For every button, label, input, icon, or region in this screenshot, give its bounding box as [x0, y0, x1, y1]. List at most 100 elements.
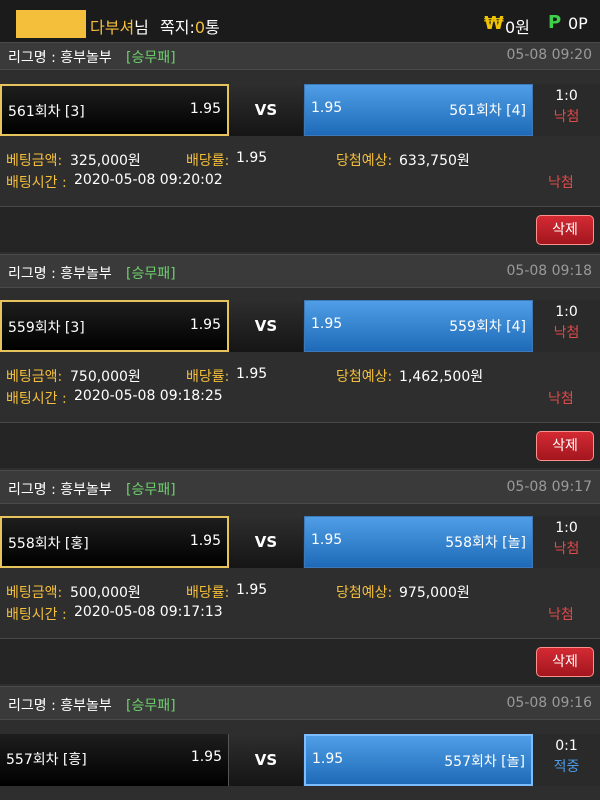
message-label: 쪽지: [160, 18, 195, 37]
home-pick-selected[interactable]: 561회차 [3] 1.95 [0, 84, 229, 136]
user-greeting: 다부셔님 [90, 14, 149, 38]
money-balance: 0원 [505, 18, 530, 37]
expected-win: 633,750원 [399, 153, 470, 169]
match-result: 낙첨 [553, 325, 580, 341]
delete-row: 삭제 [0, 422, 600, 468]
match-row: 557회차 [흥] 1.95 VS 1.95 557회차 [놀] 0:1 적중 [0, 734, 600, 786]
league-row: 리그명 : 흥부놀부 [승무패] 05-08 09:20 [0, 42, 600, 70]
expected-label: 당첨예상: [336, 153, 393, 169]
bet-amount-label: 베팅금액: [6, 585, 63, 601]
home-odds: 1.95 [189, 317, 221, 333]
match-result: 낙첨 [553, 109, 580, 125]
bet-type: [승무패] [126, 482, 176, 498]
delete-button[interactable]: 삭제 [536, 431, 594, 461]
match-result: 적중 [553, 759, 580, 775]
point-icon: P [548, 12, 562, 33]
odds-rate-label: 배당률: [186, 585, 230, 601]
score: 1:0 [555, 520, 578, 536]
odds-rate: 1.95 [236, 582, 268, 598]
away-odds: 1.95 [311, 316, 343, 332]
league-name: 리그명 : 흥부놀부 [8, 698, 112, 714]
final-result: 낙첨 [548, 175, 574, 191]
home-pick[interactable]: 557회차 [흥] 1.95 [0, 734, 229, 786]
bet-time-label: 배팅시간 : [6, 175, 67, 191]
bet-card: 리그명 : 흥부놀부 [승무패] 05-08 09:16 557회차 [흥] 1… [0, 686, 600, 800]
won-icon: ₩ [484, 13, 504, 34]
match-row: 558회차 [홍] 1.95 VS 1.95 558회차 [놀] 1:0 낙첨 [0, 516, 600, 568]
away-pick[interactable]: 1.95 559회차 [4] [304, 300, 533, 352]
home-pick-selected[interactable]: 558회차 [홍] 1.95 [0, 516, 229, 568]
expected-label: 당첨예상: [336, 585, 393, 601]
home-team: 557회차 [흥] [6, 752, 87, 768]
home-pick-selected[interactable]: 559회차 [3] 1.95 [0, 300, 229, 352]
score-box: 1:0 낙첨 [533, 84, 600, 136]
home-odds: 1.95 [189, 101, 221, 117]
league-row: 리그명 : 흥부놀부 [승무패] 05-08 09:17 [0, 470, 600, 504]
bet-type: [승무패] [126, 698, 176, 714]
delete-row: 삭제 [0, 638, 600, 684]
vs-label: VS [229, 734, 303, 786]
bet-type: [승무패] [126, 266, 176, 282]
score: 1:0 [555, 304, 578, 320]
odds-rate: 1.95 [236, 366, 268, 382]
bet-time: 2020-05-08 09:17:13 [74, 604, 223, 620]
vs-label: VS [229, 84, 303, 136]
honorific: 님 [134, 18, 149, 37]
match-row: 561회차 [3] 1.95 VS 1.95 561회차 [4] 1:0 낙첨 [0, 84, 600, 136]
away-pick[interactable]: 1.95 561회차 [4] [304, 84, 533, 136]
top-bar: 다부셔님 쪽지:0통 ₩ 0원 P 0P [0, 0, 600, 48]
bet-time: 2020-05-08 09:18:25 [74, 388, 223, 404]
odds-rate: 1.95 [236, 150, 268, 166]
home-odds: 1.95 [189, 533, 221, 549]
message-link[interactable]: 쪽지:0통 [160, 14, 220, 38]
league-name: 리그명 : 흥부놀부 [8, 50, 112, 66]
bet-amount: 750,000원 [70, 369, 141, 385]
expected-win: 1,462,500원 [399, 369, 484, 385]
bet-amount: 325,000원 [70, 153, 141, 169]
home-team: 559회차 [3] [8, 320, 85, 336]
score-box: 1:0 낙첨 [533, 300, 600, 352]
league-row: 리그명 : 흥부놀부 [승무패] 05-08 09:18 [0, 254, 600, 288]
away-odds: 1.95 [311, 532, 343, 548]
match-time: 05-08 09:16 [506, 695, 592, 711]
final-result: 낙첨 [548, 607, 574, 623]
point-balance: 0P [568, 14, 588, 33]
bet-card: 리그명 : 흥부놀부 [승무패] 05-08 09:18 559회차 [3] 1… [0, 254, 600, 470]
final-result: 낙첨 [548, 391, 574, 407]
match-time: 05-08 09:18 [506, 263, 592, 279]
vs-label: VS [229, 300, 303, 352]
delete-button[interactable]: 삭제 [536, 215, 594, 245]
bet-time-label: 배팅시간 : [6, 607, 67, 623]
nickname: 다부셔 [90, 18, 135, 37]
message-count: 0 [194, 18, 206, 37]
league-row: 리그명 : 흥부놀부 [승무패] 05-08 09:16 [0, 686, 600, 720]
odds-rate-label: 배당률: [186, 369, 230, 385]
home-team: 561회차 [3] [8, 104, 85, 120]
delete-row: 삭제 [0, 206, 600, 252]
home-team: 558회차 [홍] [8, 536, 89, 552]
bet-type: [승무패] [126, 50, 176, 66]
score: 1:0 [555, 88, 578, 104]
bet-card: 리그명 : 흥부놀부 [승무패] 05-08 09:20 561회차 [3] 1… [0, 42, 600, 264]
bet-amount: 500,000원 [70, 585, 141, 601]
expected-win: 975,000원 [399, 585, 470, 601]
away-pick-selected[interactable]: 1.95 557회차 [놀] [304, 734, 533, 786]
match-row: 559회차 [3] 1.95 VS 1.95 559회차 [4] 1:0 낙첨 [0, 300, 600, 352]
away-odds: 1.95 [311, 100, 343, 116]
delete-button[interactable]: 삭제 [536, 647, 594, 677]
away-team: 557회차 [놀] [444, 754, 525, 770]
score-box: 0:1 적중 [533, 734, 600, 786]
away-team: 559회차 [4] [449, 319, 526, 335]
away-pick[interactable]: 1.95 558회차 [놀] [304, 516, 533, 568]
away-team: 561회차 [4] [449, 103, 526, 119]
away-team: 558회차 [놀] [445, 535, 526, 551]
match-result: 낙첨 [553, 541, 580, 557]
bet-time-label: 배팅시간 : [6, 391, 67, 407]
league-name: 리그명 : 흥부놀부 [8, 266, 112, 282]
vs-label: VS [229, 516, 303, 568]
bet-amount-label: 베팅금액: [6, 153, 63, 169]
nickname-highlight [16, 10, 86, 38]
home-odds: 1.95 [190, 749, 222, 765]
bet-time: 2020-05-08 09:20:02 [74, 172, 223, 188]
match-time: 05-08 09:17 [506, 479, 592, 495]
